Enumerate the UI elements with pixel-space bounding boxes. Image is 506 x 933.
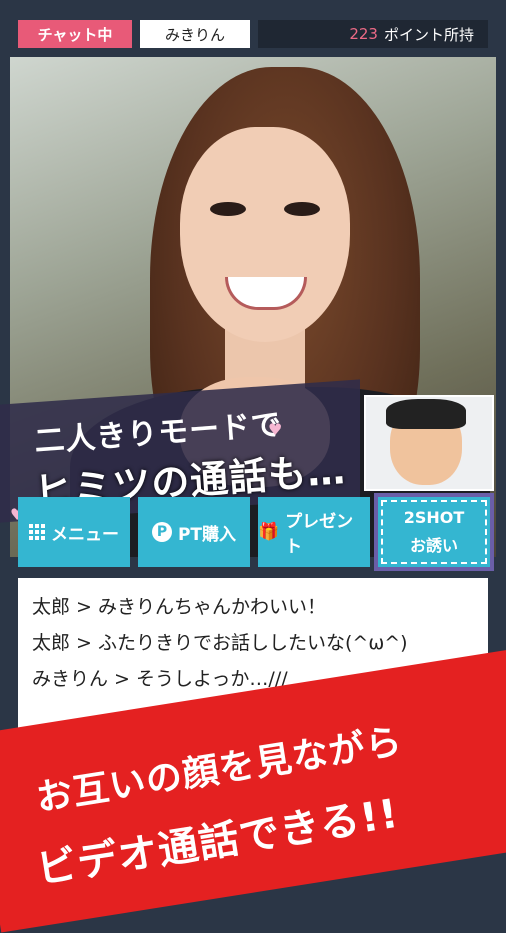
chat-message: 太郎 > みきりんちゃんかわいい！ (32, 596, 326, 618)
chat-status-badge: チャット中 (18, 20, 132, 48)
gift-icon: 🎁 (258, 522, 280, 542)
points-label: ポイント所持 (383, 25, 474, 44)
self-camera-preview[interactable] (364, 395, 494, 491)
points-icon: P (151, 522, 172, 542)
grid-icon (29, 524, 45, 540)
twoshot-invite-button[interactable]: 2SHOT お誘い (378, 497, 490, 567)
points-balance: 223 ポイント所持 (258, 20, 488, 48)
top-bar: チャット中 みきりん 223 ポイント所持 (0, 0, 506, 56)
action-button-row: メニュー P PT購入 🎁 プレゼント 2SHOT お誘い (18, 497, 490, 567)
pt-purchase-button[interactable]: P PT購入 (138, 497, 250, 567)
chat-message: みきりん > そうしよっか…/// (32, 668, 288, 690)
eye-right (284, 202, 320, 216)
present-label: プレゼント (285, 512, 354, 557)
menu-button[interactable]: メニュー (18, 497, 130, 567)
twoshot-label-line1: 2SHOT (403, 508, 465, 527)
smile (225, 277, 307, 310)
partner-name: みきりん (140, 20, 250, 48)
menu-label: メニュー (51, 524, 119, 545)
self-hair (386, 399, 466, 429)
present-button[interactable]: 🎁 プレゼント (258, 497, 370, 567)
chat-message: 太郎 > ふたりきりでお話ししたいな(^ω^) (32, 632, 408, 654)
points-value: 223 (349, 25, 378, 43)
twoshot-label-line2: お誘い (409, 536, 458, 555)
eye-left (210, 202, 246, 216)
heart-icon: ♥ (268, 420, 283, 439)
pt-purchase-label: PT購入 (177, 524, 237, 545)
performer-face (180, 127, 350, 342)
